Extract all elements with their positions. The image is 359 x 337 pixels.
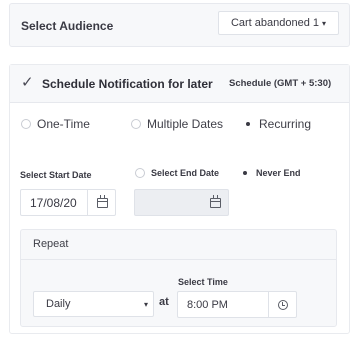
radio-indicator-selected [243, 119, 253, 129]
radio-label: Multiple Dates [147, 117, 224, 131]
radio-indicator [131, 119, 141, 129]
divider [268, 292, 269, 317]
radio-label: Recurring [259, 117, 312, 131]
schedule-title: Schedule Notification for later [42, 77, 213, 91]
radio-indicator [21, 119, 31, 129]
audience-panel: Select Audience Cart abandoned 1 ▾ [9, 3, 350, 47]
start-date-value: 17/08/20 [30, 195, 77, 210]
time-input[interactable]: 8:00 PM [177, 291, 297, 318]
radio-recurring[interactable]: Recurring [243, 117, 311, 131]
radio-one-time[interactable]: One-Time [21, 117, 90, 131]
divider [87, 190, 88, 215]
repeat-label: Repeat [33, 238, 69, 250]
header-divider [10, 102, 349, 103]
at-label: at [159, 296, 169, 308]
start-date-input[interactable]: 17/08/20 [20, 189, 116, 216]
start-date-label: Select Start Date [20, 170, 92, 180]
chevron-down-icon: ▾ [143, 299, 148, 309]
radio-never-end[interactable]: Never End [240, 168, 301, 178]
repeat-divider [21, 259, 336, 260]
radio-label: One-Time [37, 117, 90, 131]
chevron-down-icon: ▾ [322, 18, 327, 28]
calendar-icon[interactable] [210, 194, 221, 208]
timezone-label: Schedule (GMT + 5:30) [229, 78, 332, 89]
clock-icon[interactable] [278, 299, 288, 310]
radio-multiple-dates[interactable]: Multiple Dates [131, 117, 223, 131]
never-end-label: Never End [256, 168, 301, 178]
select-time-label: Select Time [178, 277, 228, 287]
audience-select-value: Cart abandoned 1 [230, 17, 320, 29]
audience-label: Select Audience [21, 19, 114, 33]
end-date-label: Select End Date [151, 168, 220, 178]
end-date-input[interactable] [134, 189, 229, 216]
radio-indicator-selected [240, 168, 250, 178]
radio-indicator [135, 168, 145, 178]
repeat-select-value: Daily [46, 298, 71, 310]
calendar-icon[interactable] [97, 194, 108, 208]
audience-select[interactable]: Cart abandoned 1 ▾ [218, 11, 339, 35]
time-value: 8:00 PM [187, 298, 228, 311]
schedule-checkbox[interactable]: ✓ [21, 75, 34, 90]
repeat-select[interactable]: Daily ▾ [33, 291, 154, 317]
radio-end-date[interactable]: Select End Date [135, 168, 219, 178]
